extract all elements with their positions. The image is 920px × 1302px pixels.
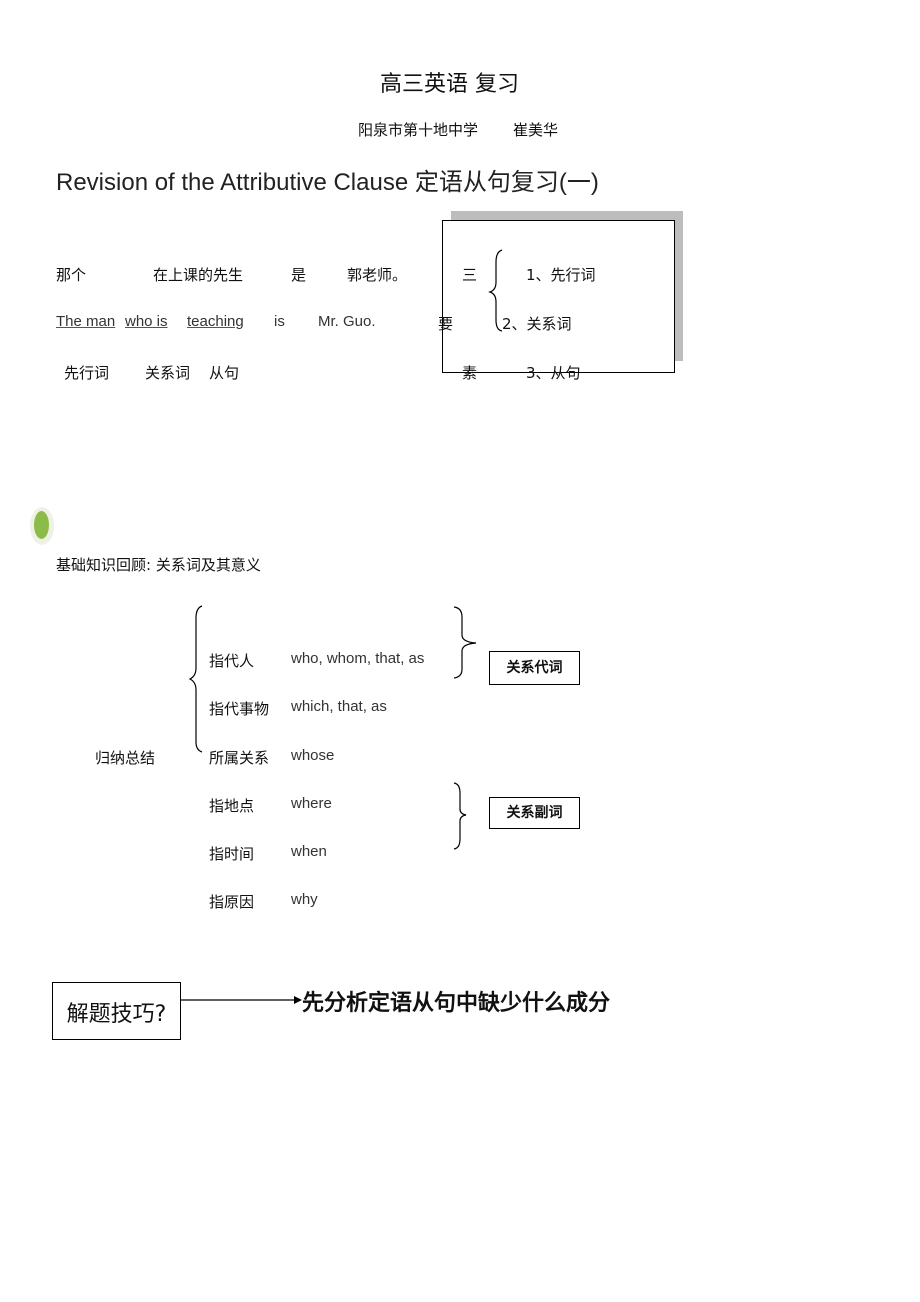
- label-clause: 从句: [209, 364, 240, 382]
- words-5: when: [291, 843, 327, 860]
- label-relative: 关系词: [145, 364, 191, 382]
- example-cn-1: 那个: [56, 266, 87, 284]
- words-6: why: [291, 891, 318, 908]
- tip-box: 解题技巧?: [52, 982, 181, 1040]
- category-4: 指地点: [209, 797, 255, 815]
- element-item-1: 1、先行词: [526, 266, 596, 284]
- example-cn-3: 是: [291, 266, 307, 284]
- words-4: where: [291, 795, 332, 812]
- arrow-icon: [180, 996, 302, 1004]
- bullet-icon: [30, 507, 54, 545]
- author-name: 崔美华: [513, 121, 559, 139]
- label-antecedent: 先行词: [64, 364, 110, 382]
- relative-word-text: who is: [125, 313, 168, 330]
- category-1: 指代人: [209, 652, 255, 670]
- verb-text: is: [274, 313, 285, 330]
- words-3: whose: [291, 747, 335, 764]
- antecedent-text: The man: [56, 313, 116, 330]
- words-1: who, whom, that, as: [291, 650, 425, 667]
- vertical-char-1: 三: [462, 266, 478, 284]
- tip-text: 先分析定语从句中缺少什么成分: [302, 991, 611, 1016]
- vertical-char-3: 素: [462, 364, 478, 382]
- right-brace-icon: [453, 606, 477, 679]
- relative-pronoun-label: 关系代词: [489, 651, 580, 685]
- right-brace-icon: [453, 782, 467, 850]
- review-title: 基础知识回顾: 关系词及其意义: [56, 556, 261, 574]
- category-3: 所属关系: [209, 749, 270, 767]
- vertical-char-2: 要: [438, 315, 454, 333]
- category-5: 指时间: [209, 845, 255, 863]
- section-heading: Revision of the Attributive Clause 定语从句复…: [56, 169, 599, 196]
- element-item-2: 2、关系词: [502, 315, 572, 333]
- document-title: 高三英语 复习: [380, 72, 519, 97]
- element-item-3: 3、从句: [526, 364, 581, 382]
- category-2: 指代事物: [209, 700, 270, 718]
- school-name: 阳泉市第十地中学: [358, 121, 479, 139]
- category-6: 指原因: [209, 893, 255, 911]
- clause-text: teaching: [187, 313, 244, 330]
- words-2: which, that, as: [291, 698, 387, 715]
- relative-adverb-label: 关系副词: [489, 797, 580, 829]
- name-text: Mr. Guo.: [318, 313, 376, 330]
- elements-box: [442, 220, 675, 373]
- left-brace-icon: [188, 605, 203, 753]
- example-cn-4: 郭老师。: [347, 266, 408, 284]
- summary-label: 归纳总结: [95, 749, 156, 767]
- example-cn-2: 在上课的先生: [153, 266, 244, 284]
